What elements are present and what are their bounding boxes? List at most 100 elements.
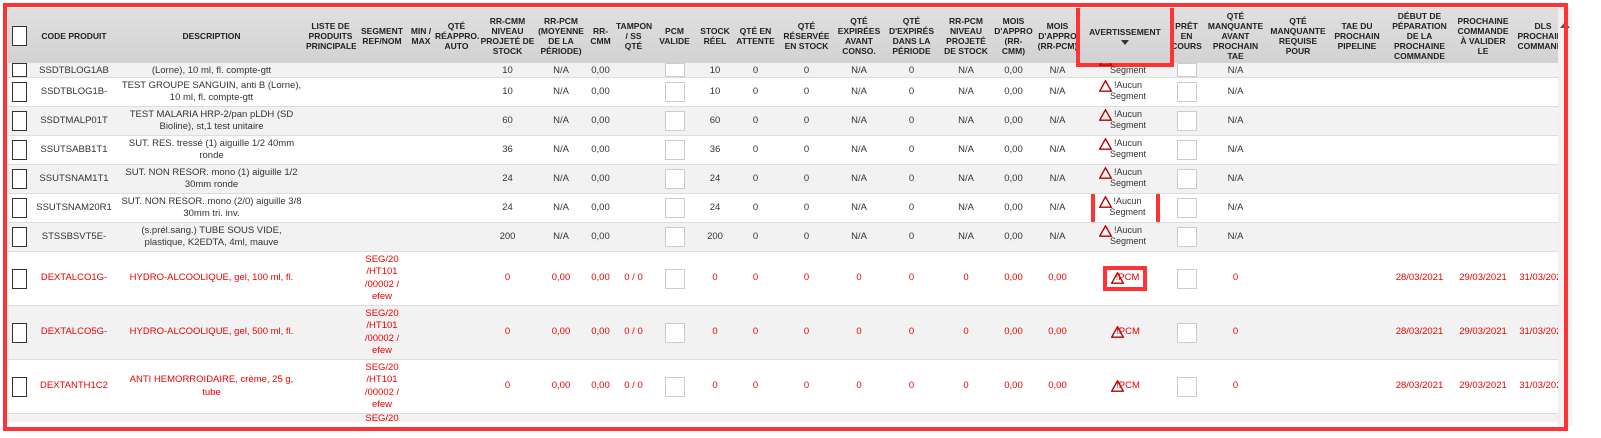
input-cell[interactable] [652,135,697,165]
column-header[interactable]: RR-CMM NIVEAU PROJETÉ DE STOCK [479,8,536,63]
column-header[interactable]: DLS PROCHAINE COMMANDE [1513,8,1558,63]
table-row[interactable]: SSDTMALP01T TEST MALARIA HRP-2/pan pLDH (… [8,106,1558,136]
table-row[interactable]: DEXTALCO1G- HYDRO-ALCOOLIQUE, gel, 100 ml… [8,251,1558,306]
pret-en-cours-input[interactable] [1176,376,1197,397]
pret-en-cours-input[interactable] [1176,227,1197,247]
pret-en-cours-input[interactable] [1176,322,1197,343]
column-header[interactable]: MIN / MAX [408,8,434,63]
row-select-cell[interactable] [8,193,30,223]
row-select-cell[interactable] [8,222,30,252]
input-cell[interactable] [1170,305,1203,360]
column-header[interactable]: QTÉ MANQUANTE REQUISE POUR [1268,8,1328,63]
column-header[interactable]: RR-PCM (MOYENNE DE LA PÉRIODE) [536,8,586,63]
input-cell[interactable] [1170,106,1203,136]
column-header[interactable]: QTÉ RÉSERVÉE EN STOCK [778,8,835,63]
row-select-cell[interactable] [8,305,30,360]
row-select-cell[interactable] [8,251,30,306]
input-cell[interactable] [1170,164,1203,194]
table-row[interactable]: SEG/20 [8,413,1558,422]
column-header[interactable]: CODE PRODUIT [30,8,118,63]
row-checkbox[interactable] [11,82,27,102]
pcm-valide-input[interactable] [664,63,685,77]
row-select-cell[interactable] [8,77,30,107]
input-cell[interactable] [1170,135,1203,165]
input-cell[interactable] [652,63,697,78]
column-header[interactable]: QTÉ D'EXPIRÉS DANS LA PÉRIODE [883,8,940,63]
column-header[interactable]: DÉBUT DE PÉPARATION DE LA PROCHAINE COMM… [1386,8,1453,63]
pret-en-cours-input[interactable] [1176,268,1197,289]
column-header[interactable]: PRÊT EN COURS [1170,8,1203,63]
row-select-cell[interactable] [8,106,30,136]
input-cell[interactable] [652,77,697,107]
table-row[interactable]: DEXTALCO5G- HYDRO-ALCOOLIQUE, gel, 500 ml… [8,305,1558,360]
row-checkbox[interactable] [11,376,27,397]
input-cell[interactable] [652,164,697,194]
table-row[interactable]: SSUTSNAM1T1 SUT. NON RESOR. mono (1) aigu… [8,164,1558,194]
pcm-valide-input[interactable] [664,227,685,247]
pret-en-cours-input[interactable] [1176,63,1197,77]
row-checkbox[interactable] [11,111,27,131]
column-header[interactable]: QTÉ MANQUANTE AVANT PROCHAIN TAE [1203,8,1268,63]
table-row[interactable]: DEXTANTH1C2 ANTI HEMORROIDAIRE, crème, 25… [8,359,1558,414]
input-cell[interactable] [1170,359,1203,414]
input-cell[interactable] [652,222,697,252]
row-checkbox[interactable] [11,140,27,160]
pret-en-cours-input[interactable] [1176,198,1197,218]
column-header[interactable]: DESCRIPTION [118,8,305,63]
row-checkbox[interactable] [11,322,27,343]
input-cell[interactable] [1170,222,1203,252]
column-header[interactable]: LISTE DE PRODUITS PRINCIPALE [305,8,356,63]
column-header[interactable]: QTÉ EXPIRÉES AVANT CONSO. [835,8,883,63]
column-header[interactable]: MOIS D'APPRO (RR-CMM) [992,8,1035,63]
column-header[interactable]: PROCHAINE COMMANDE À VALIDER LE [1453,8,1513,63]
scroll-up-arrow-icon[interactable] [1560,22,1570,28]
input-cell[interactable] [652,193,697,223]
column-header[interactable]: PCM VALIDE [652,8,697,63]
column-header[interactable]: RR-CMM [586,8,615,63]
column-header[interactable]: TAMPON / SS QTÉ [615,8,652,63]
pret-en-cours-input[interactable] [1176,140,1197,160]
row-checkbox[interactable] [11,198,27,218]
column-header[interactable]: MOIS D'APPRO (RR-PCM) [1035,8,1080,63]
select-all-header[interactable] [8,8,30,63]
row-select-cell[interactable] [8,63,30,78]
pcm-valide-input[interactable] [664,198,685,218]
table-row[interactable]: SSDTBLOG1AB TEST GROUPE SANGUIN, anti AB … [8,63,1558,78]
column-header[interactable]: QTÉ EN ATTENTE [733,8,778,63]
column-header[interactable]: AVERTISSEMENT [1076,8,1174,67]
pcm-valide-input[interactable] [664,322,685,343]
input-cell[interactable] [652,106,697,136]
column-header[interactable]: SEGMENT REF/NOM [356,8,408,63]
pcm-valide-input[interactable] [664,376,685,397]
row-select-cell[interactable] [8,413,30,422]
pret-en-cours-input[interactable] [1176,82,1197,102]
pcm-valide-input[interactable] [664,111,685,131]
table-row[interactable]: SSDTBLOG1B- TEST GROUPE SANGUIN, anti B (… [8,77,1558,107]
column-header[interactable]: QTÉ RÉAPPRO. AUTO [434,8,479,63]
table-row[interactable]: SSUTSNAM20R1 SUT. NON RESOR. mono (2/0) a… [8,193,1558,223]
row-checkbox[interactable] [11,268,27,289]
pcm-valide-input[interactable] [664,140,685,160]
pret-en-cours-input[interactable] [1176,169,1197,189]
table-row[interactable]: STSSBSVT5E- (s.prél.sang.) TUBE SOUS VIDE… [8,222,1558,252]
input-cell[interactable] [1170,63,1203,78]
sort-down-icon[interactable] [1121,39,1129,45]
select-all-checkbox[interactable] [11,25,27,46]
row-select-cell[interactable] [8,164,30,194]
row-checkbox[interactable] [11,169,27,189]
pcm-valide-input[interactable] [664,169,685,189]
row-checkbox[interactable] [11,227,27,247]
input-cell[interactable] [1170,251,1203,306]
column-header[interactable]: STOCK RÉEL [697,8,733,63]
row-checkbox[interactable] [11,63,27,77]
column-header[interactable]: TAE DU PROCHAIN PIPELINE [1328,8,1386,63]
input-cell[interactable] [652,359,697,414]
input-cell[interactable] [1170,193,1203,223]
input-cell[interactable] [652,251,697,306]
table-row[interactable]: SSUTSABB1T1 SUT. RES. tressé (1) aiguille… [8,135,1558,165]
row-select-cell[interactable] [8,135,30,165]
pcm-valide-input[interactable] [664,268,685,289]
pcm-valide-input[interactable] [664,82,685,102]
pret-en-cours-input[interactable] [1176,111,1197,131]
input-cell[interactable] [1170,77,1203,107]
